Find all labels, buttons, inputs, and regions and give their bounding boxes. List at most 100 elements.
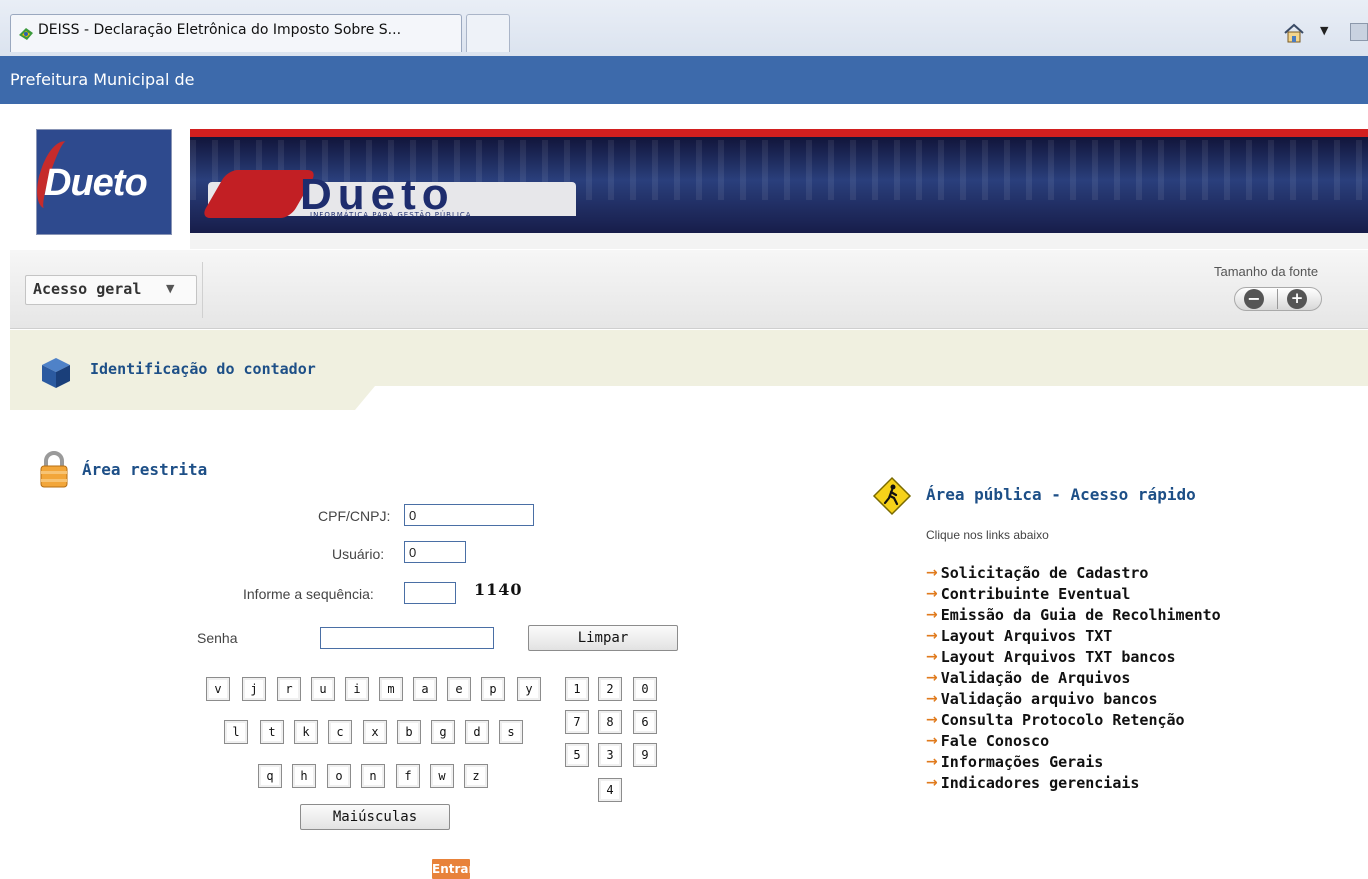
keyboard-key[interactable]: f: [396, 764, 420, 788]
keyboard-key[interactable]: z: [464, 764, 488, 788]
quick-link[interactable]: → Validação de Arquivos: [926, 667, 1221, 688]
keyboard-key[interactable]: v: [206, 677, 230, 701]
keyboard-key[interactable]: w: [430, 764, 454, 788]
keyboard-digit-key[interactable]: 8: [598, 710, 622, 734]
caps-button[interactable]: Maiúsculas: [300, 804, 450, 830]
keyboard-digit-key[interactable]: 1: [565, 677, 589, 701]
quick-link[interactable]: → Layout Arquivos TXT: [926, 625, 1221, 646]
keyboard-digit-key[interactable]: 9: [633, 743, 657, 767]
keyboard-key[interactable]: g: [431, 720, 455, 744]
keyboard-key[interactable]: a: [413, 677, 437, 701]
quick-link[interactable]: → Indicadores gerenciais: [926, 772, 1221, 793]
quick-link[interactable]: → Validação arquivo bancos: [926, 688, 1221, 709]
keyboard-key[interactable]: p: [481, 677, 505, 701]
keyboard-digit-key[interactable]: 4: [598, 778, 622, 802]
sequence-input[interactable]: [404, 582, 456, 604]
keyboard-key[interactable]: r: [277, 677, 301, 701]
logo-text: Dueto: [44, 162, 148, 204]
home-icon[interactable]: [1283, 22, 1305, 44]
keyboard-key[interactable]: i: [345, 677, 369, 701]
font-decrease-button[interactable]: −: [1244, 289, 1264, 309]
quick-link[interactable]: → Consulta Protocolo Retenção: [926, 709, 1221, 730]
new-tab-button[interactable]: [466, 14, 510, 52]
clear-button[interactable]: Limpar: [528, 625, 678, 651]
quick-link-label[interactable]: Consulta Protocolo Retenção: [941, 711, 1185, 729]
font-increase-button[interactable]: +: [1287, 289, 1307, 309]
keyboard-key[interactable]: e: [447, 677, 471, 701]
quick-link-label[interactable]: Validação arquivo bancos: [941, 690, 1158, 708]
keyboard-digit-key[interactable]: 0: [633, 677, 657, 701]
quick-link-label[interactable]: Fale Conosco: [941, 732, 1049, 750]
arrow-right-icon: →: [926, 648, 938, 665]
font-size-label: Tamanho da fonte: [1214, 264, 1319, 279]
chevron-down-icon: ▼: [166, 282, 175, 295]
quick-link-label[interactable]: Validação de Arquivos: [941, 669, 1131, 687]
quick-link-label[interactable]: Solicitação de Cadastro: [941, 564, 1149, 582]
keyboard-key[interactable]: j: [242, 677, 266, 701]
access-menu-label: Acesso geral: [33, 280, 142, 298]
keyboard-digit-key[interactable]: 6: [633, 710, 657, 734]
keyboard-key[interactable]: c: [328, 720, 352, 744]
arrow-right-icon: →: [926, 774, 938, 791]
cube-icon: [42, 358, 70, 388]
quick-link[interactable]: → Emissão da Guia de Recolhimento: [926, 604, 1221, 625]
chevron-down-icon[interactable]: ▼: [1320, 24, 1328, 37]
section-title: Identificação do contador: [90, 360, 316, 378]
title-bar: [0, 56, 1368, 104]
keyboard-key[interactable]: s: [499, 720, 523, 744]
keyboard-key[interactable]: x: [363, 720, 387, 744]
arrow-right-icon: →: [926, 669, 938, 686]
cpf-label: CPF/CNPJ:: [318, 508, 391, 524]
usuario-label: Usuário:: [332, 546, 385, 562]
page-title: Prefeitura Municipal de: [10, 70, 195, 89]
public-area-title: Área pública - Acesso rápido: [926, 485, 1196, 504]
submit-button[interactable]: Entrar: [432, 859, 474, 879]
browser-tab-title: DEISS - Declaração Eletrônica do Imposto…: [38, 22, 402, 38]
quick-links-list: → Solicitação de Cadastro → Contribuinte E…: [926, 562, 1221, 793]
toolbar: [10, 250, 1368, 329]
font-control-divider: [1277, 289, 1278, 309]
keyboard-key[interactable]: b: [397, 720, 421, 744]
usuario-input[interactable]: [404, 541, 466, 563]
public-area-subtitle: Clique nos links abaixo: [926, 528, 1049, 542]
quick-link[interactable]: → Layout Arquivos TXT bancos: [926, 646, 1221, 667]
keyboard-key[interactable]: h: [292, 764, 316, 788]
quick-link-label[interactable]: Emissão da Guia de Recolhimento: [941, 606, 1221, 624]
keyboard-digit-key[interactable]: 7: [565, 710, 589, 734]
cpf-input[interactable]: [404, 504, 534, 526]
favicon-icon: [19, 28, 33, 40]
keyboard-key[interactable]: l: [224, 720, 248, 744]
keyboard-key[interactable]: d: [465, 720, 489, 744]
quick-link[interactable]: → Fale Conosco: [926, 730, 1221, 751]
keyboard-key[interactable]: y: [517, 677, 541, 701]
lock-icon: [40, 451, 68, 488]
keyboard-key[interactable]: q: [258, 764, 282, 788]
quick-link[interactable]: → Solicitação de Cadastro: [926, 562, 1221, 583]
sequence-code: 1140: [474, 580, 523, 599]
arrow-right-icon: →: [926, 732, 938, 749]
arrow-right-icon: →: [926, 585, 938, 602]
quick-link-label[interactable]: Contribuinte Eventual: [941, 585, 1131, 603]
restricted-area-title: Área restrita: [82, 460, 208, 479]
keyboard-key[interactable]: n: [361, 764, 385, 788]
keyboard-key[interactable]: u: [311, 677, 335, 701]
quick-link-label[interactable]: Indicadores gerenciais: [941, 774, 1140, 792]
quick-link-label[interactable]: Informações Gerais: [941, 753, 1104, 771]
keyboard-digit-key[interactable]: 3: [598, 743, 622, 767]
keyboard-key[interactable]: k: [294, 720, 318, 744]
quick-link-label[interactable]: Layout Arquivos TXT: [941, 627, 1113, 645]
keyboard-digit-key[interactable]: 5: [565, 743, 589, 767]
arrow-right-icon: →: [926, 606, 938, 623]
quick-link-label[interactable]: Layout Arquivos TXT bancos: [941, 648, 1176, 666]
sequence-label: Informe a sequência:: [243, 586, 374, 602]
keyboard-digit-key[interactable]: 2: [598, 677, 622, 701]
senha-input[interactable]: [320, 627, 494, 649]
keyboard-key[interactable]: m: [379, 677, 403, 701]
banner-divider: [190, 233, 1368, 249]
keyboard-key[interactable]: t: [260, 720, 284, 744]
quick-link[interactable]: → Contribuinte Eventual: [926, 583, 1221, 604]
quick-link[interactable]: → Informações Gerais: [926, 751, 1221, 772]
rss-icon[interactable]: [1350, 23, 1368, 41]
arrow-right-icon: →: [926, 711, 938, 728]
keyboard-key[interactable]: o: [327, 764, 351, 788]
